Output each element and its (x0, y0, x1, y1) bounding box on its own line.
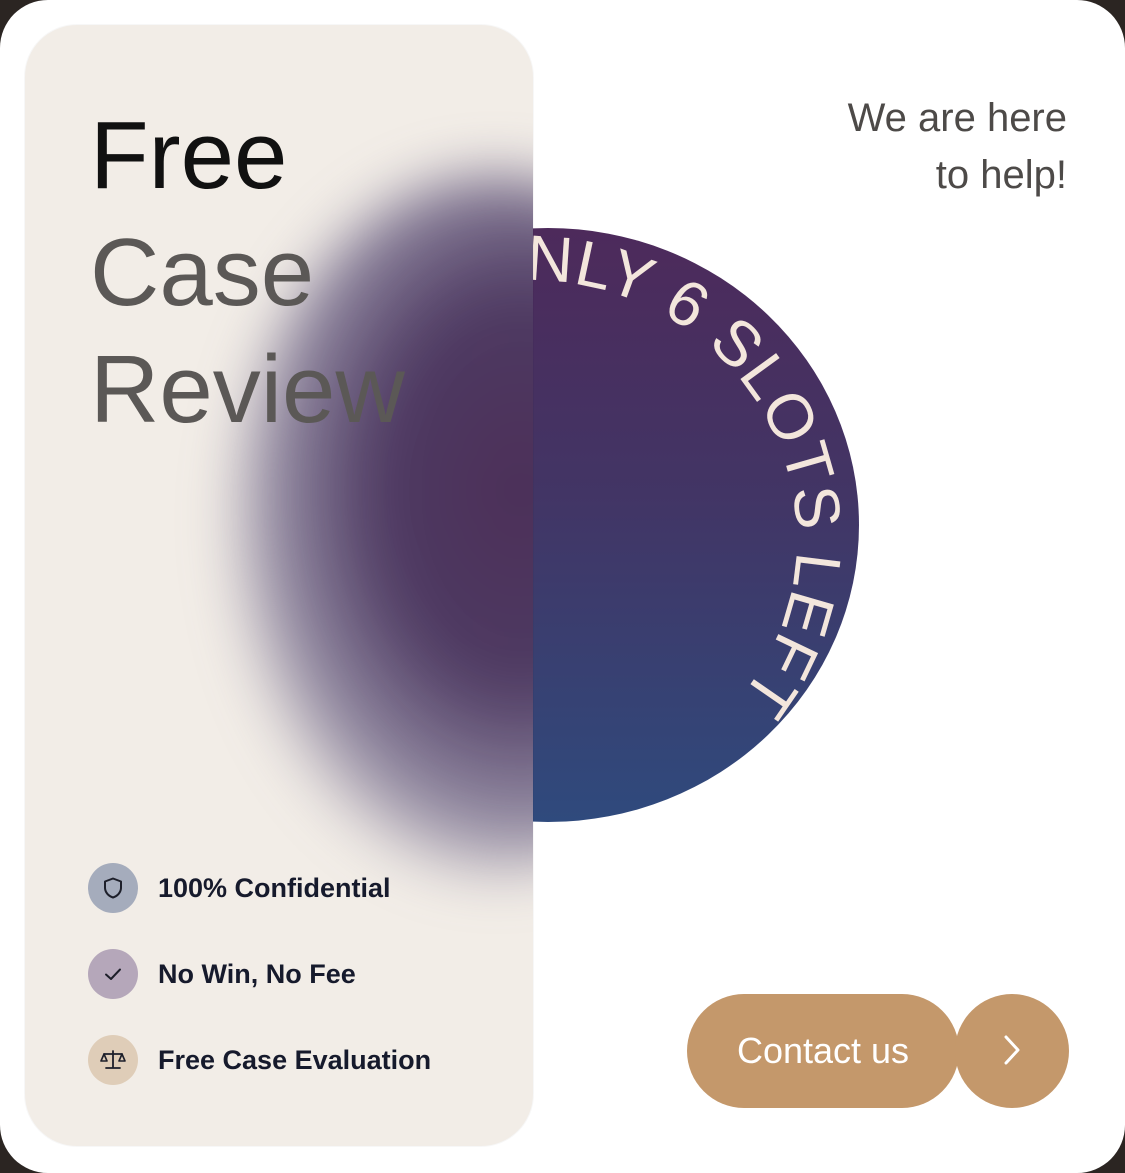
title-review: Review (90, 336, 405, 443)
title-case: Case (90, 219, 315, 326)
contact-us-button[interactable]: Contact us (687, 994, 959, 1108)
hero-panel: Free Case Review 100% Confidential No Wi… (25, 25, 533, 1146)
feature-item: No Win, No Fee (88, 949, 431, 999)
tagline: We are here to help! (848, 90, 1067, 204)
feature-label: Free Case Evaluation (158, 1044, 432, 1075)
hero-title: Free Case Review (90, 97, 405, 448)
feature-list: 100% Confidential No Win, No Fee Free Ca… (88, 863, 431, 1121)
scales-icon (88, 1035, 138, 1085)
feature-item: Free Case Evaluation (88, 1035, 431, 1085)
checkmark-icon (88, 949, 138, 999)
feature-label: 100% Confidential (158, 872, 391, 903)
title-free: Free (90, 102, 288, 209)
next-arrow-button[interactable] (955, 994, 1069, 1108)
tagline-line1: We are here (847, 96, 1067, 140)
shield-icon (88, 863, 138, 913)
feature-label: No Win, No Fee (158, 958, 356, 989)
tagline-line2: to help! (935, 153, 1067, 197)
promo-card: ONLY 6 SLOTS LEFT Free Case Review 100% … (0, 0, 1125, 1173)
chevron-right-icon (1001, 1033, 1023, 1070)
feature-item: 100% Confidential (88, 863, 431, 913)
